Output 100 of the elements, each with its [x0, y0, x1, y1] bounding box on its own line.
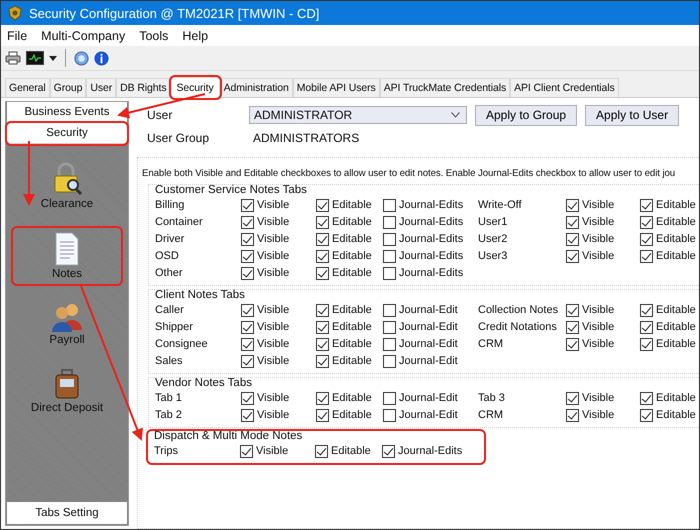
checkbox[interactable]: Editable: [640, 319, 698, 335]
checkbox[interactable]: Editable: [640, 197, 698, 213]
checkbox[interactable]: Editable: [640, 336, 698, 352]
apply-button[interactable]: Apply to Group: [475, 104, 578, 126]
checkbox[interactable]: Visible: [241, 353, 316, 369]
checkbox[interactable]: Visible: [241, 319, 316, 335]
checkbox[interactable]: Editable: [640, 390, 698, 406]
tab[interactable]: API TruckMate Credentials: [380, 78, 510, 97]
printer-icon[interactable]: [5, 51, 21, 65]
checkbox[interactable]: Editable: [640, 231, 698, 247]
row-label: Tab 2: [155, 409, 183, 421]
apply-button[interactable]: Apply to User: [585, 104, 680, 126]
briefcase-icon: [54, 368, 80, 400]
row-label: User1: [478, 216, 508, 228]
checkbox[interactable]: Visible: [566, 231, 640, 247]
menu-item[interactable]: File: [7, 28, 28, 42]
row-label: Sales: [155, 355, 184, 367]
checkbox[interactable]: Editable: [640, 302, 698, 318]
checkbox[interactable]: Editable: [316, 319, 383, 335]
caret-icon[interactable]: [49, 56, 57, 60]
checkbox[interactable]: Visible: [241, 197, 316, 213]
checkbox[interactable]: Editable: [316, 302, 383, 318]
checkbox[interactable]: Journal-Edits: [383, 265, 478, 281]
checkbox[interactable]: Journal-Edits: [383, 214, 478, 230]
checkbox[interactable]: Editable: [316, 407, 383, 423]
checkbox[interactable]: Visible: [566, 248, 640, 264]
checkbox[interactable]: Visible: [240, 443, 315, 459]
sidebar-header[interactable]: Security: [7, 123, 127, 144]
chevron-down-icon: [451, 112, 460, 118]
checkbox[interactable]: Editable: [316, 390, 383, 406]
row-label: Other: [155, 267, 184, 279]
checkbox[interactable]: Editable: [640, 214, 698, 230]
checkbox[interactable]: Journal-Edit: [383, 319, 478, 335]
checkbox[interactable]: Editable: [316, 265, 383, 281]
tab[interactable]: Administration: [220, 78, 293, 97]
checkbox[interactable]: Editable: [316, 353, 383, 369]
document-icon: [54, 232, 80, 266]
checkbox[interactable]: Editable: [316, 248, 383, 264]
row-label: Collection Notes: [478, 304, 560, 316]
tab[interactable]: General: [5, 78, 50, 97]
checkbox[interactable]: Visible: [241, 265, 316, 281]
checkbox[interactable]: Editable: [640, 407, 698, 423]
menu-item[interactable]: Tools: [139, 28, 168, 42]
tab[interactable]: API Client Credentials: [510, 78, 619, 97]
tab[interactable]: Group: [50, 78, 86, 97]
checkbox[interactable]: Visible: [566, 302, 640, 318]
row-label: Driver: [155, 233, 186, 245]
tab[interactable]: DB Rights: [116, 78, 170, 97]
menu-item[interactable]: Multi-Company: [41, 28, 126, 42]
checkbox[interactable]: Visible: [566, 336, 640, 352]
checkbox[interactable]: Visible: [241, 231, 316, 247]
checkbox[interactable]: Visible: [566, 390, 640, 406]
checkbox[interactable]: Journal-Edit: [383, 390, 478, 406]
checkbox[interactable]: Visible: [566, 197, 640, 213]
checkbox[interactable]: Visible: [241, 214, 316, 230]
sidebar-item[interactable]: Notes: [13, 228, 121, 284]
tab[interactable]: Security: [170, 77, 220, 98]
checkbox[interactable]: Visible: [241, 407, 316, 423]
checkbox[interactable]: Visible: [241, 390, 316, 406]
help-icon[interactable]: [74, 50, 89, 66]
checkbox[interactable]: Journal-Edits: [383, 197, 478, 213]
checkbox[interactable]: Visible: [241, 248, 316, 264]
menu-item[interactable]: Help: [182, 28, 208, 42]
row-label: OSD: [155, 250, 180, 262]
checkbox[interactable]: Journal-Edits: [383, 231, 478, 247]
checkbox[interactable]: Editable: [315, 443, 382, 459]
row-label: Shipper: [155, 321, 194, 333]
tab[interactable]: Mobile API Users: [292, 78, 380, 97]
checkbox[interactable]: Journal-Edit: [383, 407, 478, 423]
field-label: User Group: [146, 131, 210, 145]
checkbox[interactable]: Journal-Edit: [383, 302, 478, 318]
sidebar-item[interactable]: Clearance: [13, 158, 121, 214]
checkbox[interactable]: Journal-Edits: [383, 248, 478, 264]
user-dropdown[interactable]: ADMINISTRATOR: [249, 106, 467, 124]
row-label: User3: [478, 250, 508, 262]
sidebar-item[interactable]: Payroll: [13, 298, 121, 350]
checkbox[interactable]: Journal-Edits: [382, 443, 477, 459]
checkbox[interactable]: Editable: [316, 197, 383, 213]
annotation-arrow: [23, 141, 35, 206]
checkbox[interactable]: Editable: [640, 248, 698, 264]
row-label: Consignee: [155, 338, 209, 350]
checkbox[interactable]: Visible: [566, 407, 640, 423]
section-title: Dispatch & Multi Mode Notes: [154, 430, 304, 442]
checkbox[interactable]: Editable: [316, 231, 383, 247]
checkbox[interactable]: Visible: [566, 214, 640, 230]
checkbox[interactable]: Journal-Edit: [383, 353, 478, 369]
tab[interactable]: User: [86, 78, 116, 97]
row-label: Tab 1: [155, 392, 183, 404]
monitor-icon[interactable]: [26, 51, 44, 65]
checkbox[interactable]: Visible: [241, 336, 316, 352]
row-label: Container: [155, 216, 204, 228]
checkbox[interactable]: Visible: [241, 302, 316, 318]
row-label: CRM: [478, 409, 504, 421]
checkbox[interactable]: Editable: [316, 214, 383, 230]
info-icon[interactable]: [94, 50, 109, 66]
checkbox[interactable]: Visible: [566, 319, 640, 335]
checkbox[interactable]: Editable: [316, 336, 383, 352]
sidebar-item[interactable]: Direct Deposit: [13, 364, 121, 418]
checkbox[interactable]: Journal-Edit: [383, 336, 478, 352]
sidebar-footer[interactable]: Tabs Setting: [7, 502, 127, 524]
